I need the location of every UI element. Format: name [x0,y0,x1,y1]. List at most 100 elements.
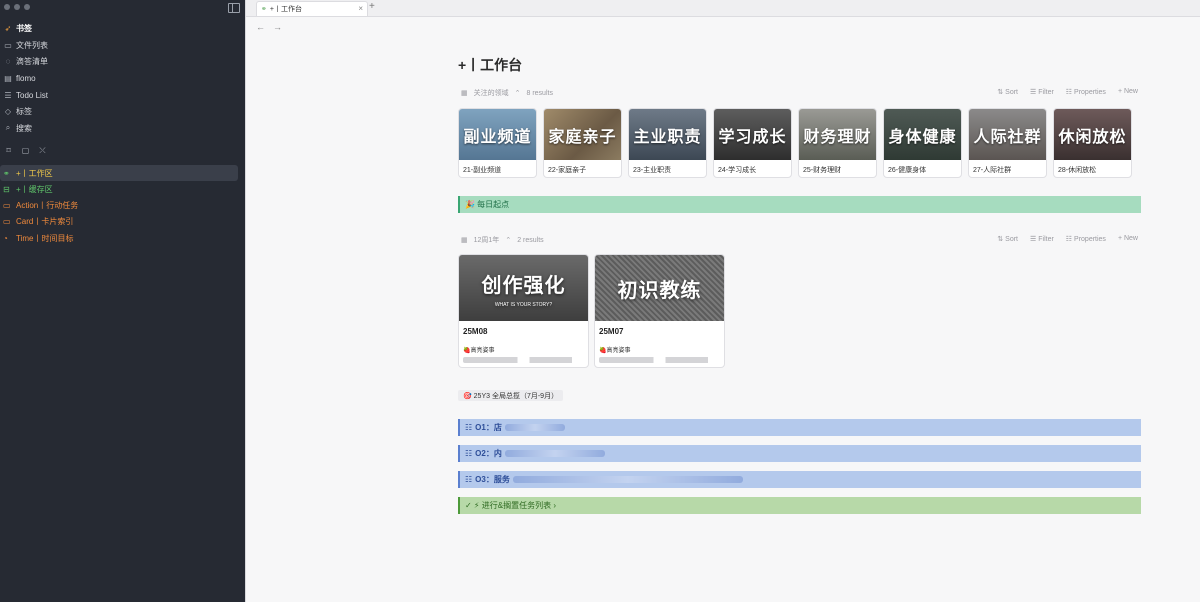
filter-button[interactable]: ☰ Filter [1030,235,1054,243]
favorite-label: Card丨卡片索引 [16,216,74,226]
favorite-action[interactable]: ▭ Action丨行动任务 [0,197,238,213]
filter-button[interactable]: ☰ Filter [1030,88,1054,96]
sort-button[interactable]: ⇅ Sort [997,88,1018,96]
view-count: 8 results [526,89,553,97]
redacted-text [504,424,565,431]
gallery-card[interactable]: 财务理财 25-财务理财 [798,108,877,178]
card-cover: 身体健康 [884,109,961,160]
favorite-workspace[interactable]: ⚭ +丨工作区 [0,165,238,181]
memo-icon: ▤ [4,73,12,83]
gallery-card[interactable]: 创作强化 WHAT IS YOUR STORY? 25M08 🍓高亮姿事 [458,254,589,368]
sidebar-toggle-icon[interactable] [228,3,240,13]
close-window-dot[interactable] [4,4,10,10]
card-cover: 财务理财 [799,109,876,160]
back-arrow-icon[interactable]: ← [256,22,265,32]
favorite-cache[interactable]: ⊟ +丨缓存区 [0,181,238,197]
sidebar-item-label: 文件列表 [16,40,48,50]
forward-arrow-icon[interactable]: → [273,22,282,32]
view-name[interactable]: 12周1年 [474,235,500,245]
favorite-label: +丨工作区 [16,168,53,178]
favorite-card[interactable]: ▭ Card丨卡片索引 [0,213,238,229]
sidebar-item-label: flomo [16,73,36,83]
tag-icon: ◇ [4,106,12,116]
favorite-label: +丨缓存区 [16,184,53,194]
card-caption: 28-休闲放松 [1058,167,1097,174]
new-folder-icon[interactable]: ▢ [21,146,30,155]
sidebar-item-tags[interactable]: ◇ 标签 [3,103,32,119]
card-icon: ▭ [3,216,11,226]
view-header-areas: ▦ 关注的领域 ⌃ 8 results ⇅ Sort ☰ Filter ☷ Pr… [458,88,1141,102]
gallery-card[interactable]: 学习成长 24-学习成长 [713,108,792,178]
card-cover: 初识教练 [595,255,724,321]
new-tab-icon[interactable]: + [369,1,375,12]
sidebar-item-files[interactable]: ▭ 文件列表 [3,37,48,53]
card-cover: 主业职责 [629,109,706,160]
card-name: 25M07 [599,327,624,336]
okr-label: O1：店 [475,423,502,432]
tab-workbench[interactable]: ⚭ +丨工作台 × [256,1,368,16]
gallery-card[interactable]: 家庭亲子 22-家庭亲子 [543,108,622,178]
gallery-icon: ▦ [461,237,468,244]
gallery-card[interactable]: 主业职责 23-主业职责 [628,108,707,178]
folder-icon: ▭ [4,40,12,50]
card-caption: 24-学习成长 [718,167,757,174]
link-icon: ⚭ [261,6,267,13]
favorite-time[interactable]: ◔ Time丨时间目标 [0,230,238,246]
sidebar-item-label: 滴答清单 [16,56,48,66]
sidebar-toolbar: ⌑ ▢ ⤬ [4,146,47,156]
redacted-text [599,357,720,363]
tab-label: +丨工作台 [269,6,302,13]
sidebar-item-search[interactable]: ⌕ 搜索 [3,120,32,136]
bookmark-icon[interactable]: ⌑ [4,146,13,155]
okr-toggle[interactable]: ☷ O1：店 [458,419,1141,436]
card-cover-title: 初识教练 [617,279,702,302]
maximize-window-dot[interactable] [24,4,30,10]
okr-toggle[interactable]: ☷ O3：服务 [458,471,1141,488]
redacted-text [463,357,584,363]
sidebar-item-todo[interactable]: ☰ Todo List [3,87,48,103]
gallery-card[interactable]: 休闲放松 28-休闲放松 [1053,108,1132,178]
sidebar-item-label: Todo List [16,90,49,100]
gallery-card[interactable]: 初识教练 25M07 🍓高亮姿事 [594,254,725,368]
new-button[interactable]: + New [1118,235,1138,243]
okr-toggle[interactable]: ☷ O2：内 [458,445,1141,462]
list-icon: ☰ [4,90,12,100]
collapse-icon[interactable]: ⤬ [38,146,47,155]
favorite-label: Time丨时间目标 [16,233,74,243]
redacted-text [512,476,743,483]
sidebar-item-flomo[interactable]: ▤ flomo [3,70,36,86]
card-cover-subtitle: WHAT IS YOUR STORY? [494,301,553,308]
list-icon: ☷ [465,449,473,458]
minimize-window-dot[interactable] [14,4,20,10]
properties-button[interactable]: ☷ Properties [1066,235,1106,243]
new-button[interactable]: + New [1118,88,1138,96]
sort-button[interactable]: ⇅ Sort [997,235,1018,243]
view-count: 2 results [517,236,544,244]
tab-bar: ⚭ +丨工作台 × + [246,0,1200,17]
okr-label: O3：服务 [475,475,510,484]
link-icon: ⚭ [3,168,10,178]
sidebar-item-dida[interactable]: ◌ 滴答清单 [3,53,48,69]
goal-tag[interactable]: 🎯 25Y3 全局总揽（7月-9月） [458,390,564,401]
chevron-icon[interactable]: ⌃ [515,89,521,97]
card-cover: 学习成长 [714,109,791,160]
chevron-icon[interactable]: ⌃ [505,236,511,244]
gallery-card[interactable]: 身体健康 26-健康身体 [883,108,962,178]
card-caption: 21-副业频道 [463,167,502,174]
properties-button[interactable]: ☷ Properties [1066,88,1106,96]
close-tab-icon[interactable]: × [358,4,363,13]
gallery-card[interactable]: 人际社群 27-人际社群 [968,108,1047,178]
card-cover: 家庭亲子 [544,109,621,160]
list-icon: ☷ [465,423,473,432]
redacted-text [504,450,605,457]
card-caption: 26-健康身体 [888,167,927,174]
gallery-card[interactable]: 副业频道 21-副业频道 [458,108,537,178]
clock-icon: ◔ [3,233,8,243]
view-name[interactable]: 关注的领域 [474,88,509,98]
history-nav: ← → [256,22,282,32]
progress-task-callout[interactable]: ✓ ⚡ 进行&搁置任务列表 › [458,497,1141,514]
daily-start-callout[interactable]: 🎉 每日起点 [458,196,1141,213]
card-caption: 22-家庭亲子 [548,167,587,174]
sidebar-item-bookmarks[interactable]: ➶ 书签 [3,20,32,36]
card-caption: 23-主业职责 [633,167,672,174]
